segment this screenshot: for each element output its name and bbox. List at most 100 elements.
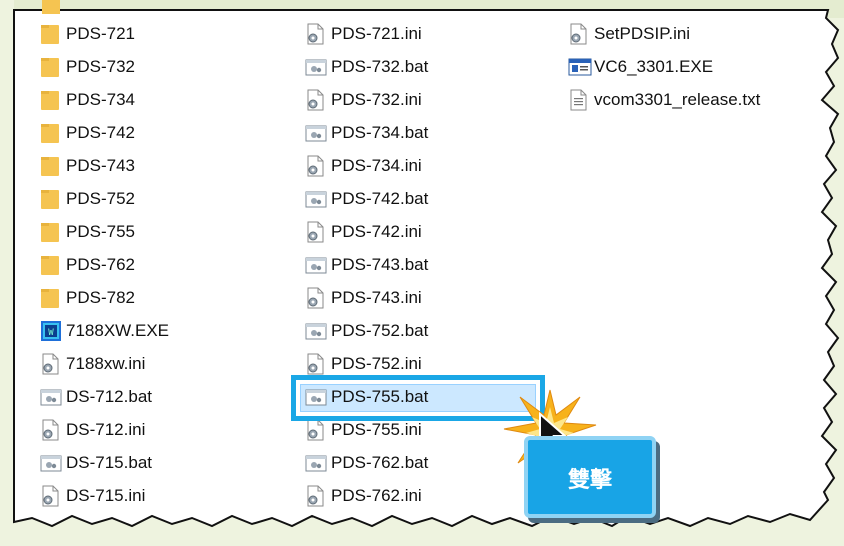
folder-icon <box>40 23 60 45</box>
file-name-label: PDS-742.ini <box>331 222 422 241</box>
file-name-label: vcom3301_release.txt <box>594 90 761 109</box>
settings-file-icon <box>305 89 325 111</box>
file-item[interactable]: PDS-743.ini <box>305 284 422 312</box>
file-item[interactable]: PDS-732.bat <box>305 53 428 81</box>
file-item[interactable]: PDS-742.bat <box>305 185 428 213</box>
file-name-label: PDS-742.bat <box>331 189 429 208</box>
file-item[interactable]: DS-715.bat <box>40 449 152 477</box>
settings-file-icon <box>40 353 60 375</box>
file-name-label: SetPDSIP.ini <box>594 24 691 43</box>
folder-icon <box>40 254 60 276</box>
text-file-icon <box>568 89 588 111</box>
file-item[interactable]: SetPDSIP.ini <box>568 20 690 48</box>
folder-icon <box>40 89 60 111</box>
file-item[interactable]: PDS-752.bat <box>305 317 428 345</box>
batch-file-icon <box>305 386 327 408</box>
file-name-label: 7188xw.ini <box>66 354 146 373</box>
file-item[interactable]: DS-712.bat <box>40 383 152 411</box>
double-click-callout: 雙擊 <box>524 436 656 518</box>
batch-file-icon <box>40 452 62 474</box>
file-name-label: PDS-734.bat <box>331 123 429 142</box>
file-item[interactable]: DS-715.ini <box>40 482 145 510</box>
folder-icon <box>40 221 60 243</box>
file-name-label: PDS-743.ini <box>331 288 422 307</box>
file-item[interactable]: PDS-734.ini <box>305 152 422 180</box>
file-item[interactable]: PDS-734 <box>40 86 135 114</box>
file-item[interactable]: PDS-742 <box>40 119 135 147</box>
file-item[interactable]: PDS-743.bat <box>305 251 428 279</box>
file-item[interactable]: PDS-762.bat <box>305 449 428 477</box>
batch-file-icon <box>305 254 327 276</box>
settings-file-icon <box>305 221 325 243</box>
batch-file-icon <box>305 122 327 144</box>
file-item[interactable]: vcom3301_release.txt <box>568 86 760 114</box>
file-item[interactable]: PDS-734.bat <box>305 119 428 147</box>
file-item[interactable]: PDS-752 <box>40 185 135 213</box>
file-item[interactable]: PDS-782 <box>40 284 135 312</box>
file-item[interactable]: PDS-762 <box>40 251 135 279</box>
file-name-label: PDS-742 <box>66 123 135 142</box>
file-item[interactable]: PDS-743 <box>40 152 135 180</box>
file-name-label: PDS-732.ini <box>331 90 422 109</box>
file-name-label: PDS-762.ini <box>331 486 422 505</box>
file-item[interactable]: PDS-721.ini <box>305 20 422 48</box>
file-name-label: DS-715.ini <box>66 486 146 505</box>
svg-text:W: W <box>48 328 54 338</box>
folder-icon <box>40 188 60 210</box>
file-name-label: 7188XW.EXE <box>66 321 170 340</box>
folder-icon <box>40 287 60 309</box>
settings-file-icon <box>305 155 325 177</box>
settings-file-icon <box>568 23 588 45</box>
file-name-label: PDS-732 <box>66 57 135 76</box>
file-name-label: PDS-721 <box>66 24 135 43</box>
settings-file-icon <box>305 23 325 45</box>
file-name-label: PDS-762 <box>66 255 135 274</box>
file-name-label: PDS-755 <box>66 222 135 241</box>
file-name-label: PDS-755.ini <box>331 420 422 439</box>
settings-file-icon <box>305 485 325 507</box>
batch-file-icon <box>305 188 327 210</box>
file-name-label: PDS-734 <box>66 90 135 109</box>
file-name-label: PDS-743.bat <box>331 255 429 274</box>
file-name-label: VC6_3301.EXE <box>594 57 714 76</box>
file-item[interactable]: W 7188XW.EXE <box>40 317 169 345</box>
file-item[interactable]: PDS-762.ini <box>305 482 422 510</box>
batch-file-icon <box>40 386 62 408</box>
file-name-label: DS-715.bat <box>66 453 152 472</box>
file-item[interactable]: PDS-732 <box>40 53 135 81</box>
file-name-label: PDS-782 <box>66 288 135 307</box>
file-item[interactable]: PDS-721 <box>40 20 135 48</box>
file-name-label: PDS-734.ini <box>331 156 422 175</box>
file-item[interactable]: PDS-732.ini <box>305 86 422 114</box>
file-name-label: PDS-762.bat <box>331 453 429 472</box>
file-name-label: DS-712.ini <box>66 420 146 439</box>
settings-file-icon <box>305 287 325 309</box>
file-item[interactable]: PDS-742.ini <box>305 218 422 246</box>
folder-icon <box>40 122 60 144</box>
file-item-selected[interactable]: PDS-755.bat <box>305 383 428 411</box>
settings-file-icon <box>305 353 325 375</box>
folder-icon <box>40 155 60 177</box>
settings-file-icon <box>40 485 60 507</box>
folder-icon <box>40 56 60 78</box>
callout-label: 雙擊 <box>567 468 612 493</box>
file-name-label: PDS-752.bat <box>331 321 429 340</box>
file-item[interactable]: 7188xw.ini <box>40 350 145 378</box>
file-name-label: PDS-721.ini <box>331 24 422 43</box>
settings-file-icon <box>305 419 325 441</box>
settings-file-icon <box>40 419 60 441</box>
file-item[interactable]: VC6_3301.EXE <box>568 53 713 81</box>
window-app-icon <box>568 56 592 78</box>
file-item[interactable]: PDS-752.ini <box>305 350 422 378</box>
file-name-label: PDS-743 <box>66 156 135 175</box>
application-icon: W <box>40 320 61 342</box>
file-name-label: DS-712.bat <box>66 387 152 406</box>
file-name-label: PDS-752 <box>66 189 135 208</box>
file-item[interactable]: PDS-755 <box>40 218 135 246</box>
batch-file-icon <box>305 56 327 78</box>
file-item[interactable]: DS-712.ini <box>40 416 145 444</box>
file-name-label: PDS-752.ini <box>331 354 422 373</box>
batch-file-icon <box>305 320 327 342</box>
file-name-label: PDS-755.bat <box>331 387 429 406</box>
batch-file-icon <box>305 452 327 474</box>
